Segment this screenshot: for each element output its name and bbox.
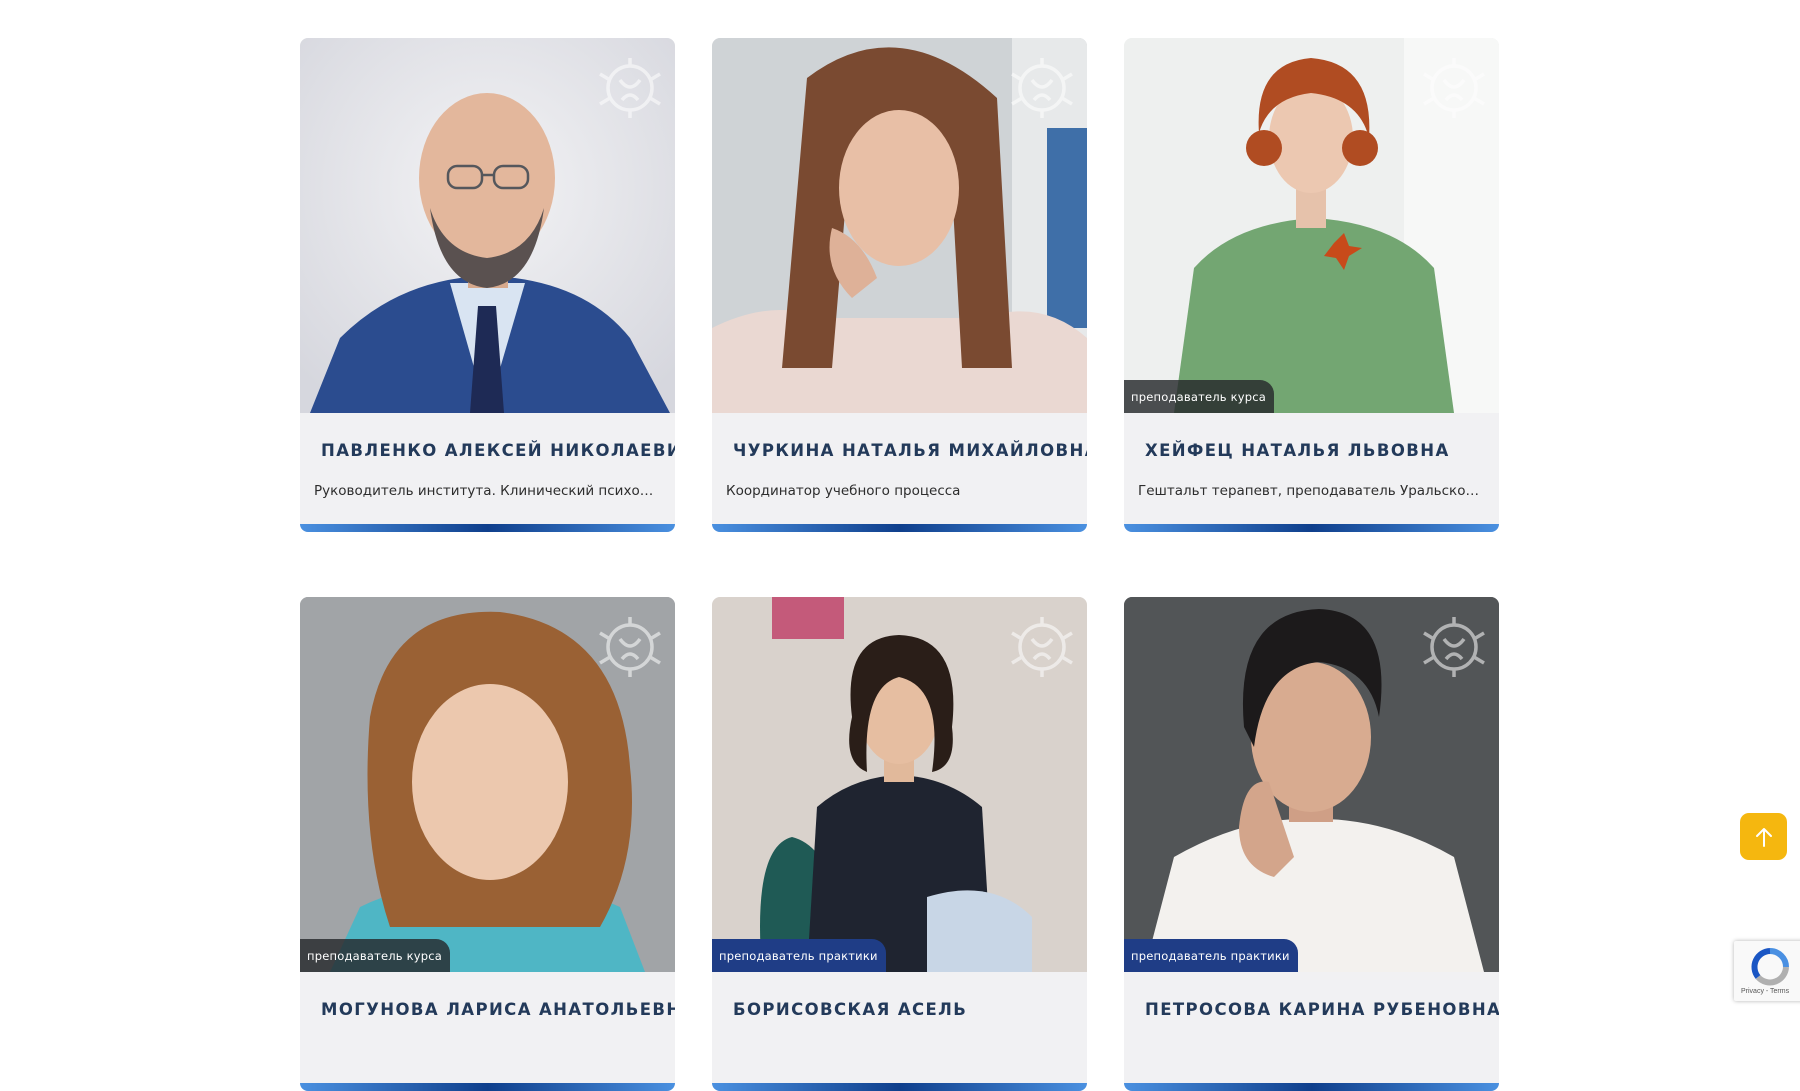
team-card[interactable]: ПАВЛЕНКО АЛЕКСЕЙ НИКОЛАЕВИЧ Руководитель…: [300, 38, 675, 532]
role-badge: преподаватель курса: [1124, 380, 1275, 413]
team-card[interactable]: преподаватель курса МОГУНОВА ЛАРИСА АНАТ…: [300, 597, 675, 1091]
person-role: Координатор учебного процесса: [726, 483, 961, 499]
person-name: ЧУРКИНА НАТАЛЬЯ МИХАЙЛОВНА: [733, 441, 1087, 460]
person-name: ПАВЛЕНКО АЛЕКСЕЙ НИКОЛАЕВИЧ: [321, 441, 675, 460]
card-accent-bar: [712, 1083, 1087, 1091]
card-accent-bar: [1124, 524, 1499, 532]
card-accent-bar: [300, 524, 675, 532]
card-accent-bar: [1124, 1083, 1499, 1091]
puzzle-heart-logo-icon: [1011, 617, 1073, 677]
role-badge: преподаватель курса: [300, 939, 451, 972]
team-card[interactable]: преподаватель практики ПЕТРОСОВА КАРИНА …: [1124, 597, 1499, 1091]
person-role: Гештальт терапевт, преподаватель Уральск…: [1138, 483, 1485, 499]
person-name: БОРИСОВСКАЯ АСЕЛЬ: [733, 1000, 968, 1019]
person-photo: преподаватель курса: [1124, 38, 1499, 413]
person-photo: [712, 38, 1087, 413]
puzzle-heart-logo-icon: [599, 58, 661, 118]
team-grid: ПАВЛЕНКО АЛЕКСЕЙ НИКОЛАЕВИЧ Руководитель…: [300, 38, 1499, 1091]
arrow-up-icon: [1755, 827, 1772, 847]
puzzle-heart-logo-icon: [1423, 58, 1485, 118]
card-accent-bar: [712, 524, 1087, 532]
team-card[interactable]: ЧУРКИНА НАТАЛЬЯ МИХАЙЛОВНА Координатор у…: [712, 38, 1087, 532]
person-name: ХЕЙФЕЦ НАТАЛЬЯ ЛЬВОВНА: [1145, 441, 1450, 460]
recaptcha-icon: [1751, 948, 1789, 986]
puzzle-heart-logo-icon: [1423, 617, 1485, 677]
recaptcha-terms[interactable]: Privacy - Terms: [1741, 988, 1789, 995]
person-role: Руководитель института. Клинический псих…: [314, 483, 661, 499]
person-photo: преподаватель практики: [712, 597, 1087, 972]
card-accent-bar: [300, 1083, 675, 1091]
person-photo: [300, 38, 675, 413]
puzzle-heart-logo-icon: [599, 617, 661, 677]
person-name: ПЕТРОСОВА КАРИНА РУБЕНОВНА: [1145, 1000, 1499, 1019]
role-badge: преподаватель практики: [712, 939, 886, 972]
scroll-to-top-button[interactable]: [1740, 813, 1787, 860]
recaptcha-badge[interactable]: Privacy - Terms: [1734, 941, 1800, 1001]
role-badge: преподаватель практики: [1124, 939, 1298, 972]
puzzle-heart-logo-icon: [1011, 58, 1073, 118]
person-name: МОГУНОВА ЛАРИСА АНАТОЛЬЕВНА: [321, 1000, 675, 1019]
team-card[interactable]: преподаватель курса ХЕЙФЕЦ НАТАЛЬЯ ЛЬВОВ…: [1124, 38, 1499, 532]
person-photo: преподаватель практики: [1124, 597, 1499, 972]
team-card[interactable]: преподаватель практики БОРИСОВСКАЯ АСЕЛЬ: [712, 597, 1087, 1091]
person-photo: преподаватель курса: [300, 597, 675, 972]
